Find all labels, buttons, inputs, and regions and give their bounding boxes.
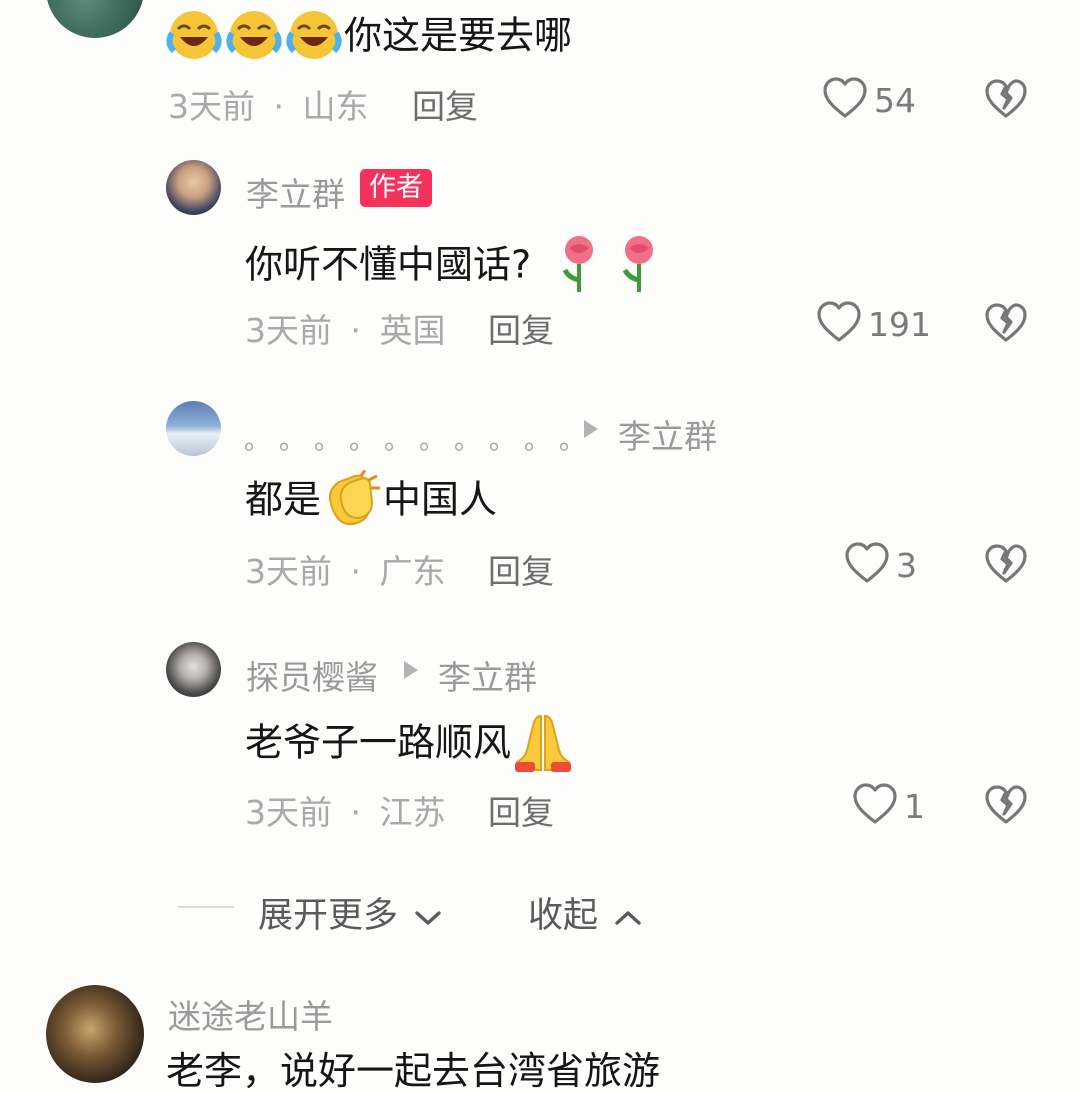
reply-meta: 3天前 · 英国 (245, 304, 446, 352)
dislike-button[interactable] (984, 78, 1028, 124)
reply-button[interactable]: 回复 (488, 786, 554, 834)
chevron-up-icon (613, 897, 643, 937)
comment-meta: 3天前 · 山东 (168, 80, 369, 128)
reply-arrow-icon (584, 420, 598, 438)
reply-text: 老爷子一路顺风 (245, 720, 512, 765)
chevron-down-icon (413, 897, 443, 937)
reply-text-tail: 中国人 (383, 477, 498, 522)
expand-more-button[interactable]: 展开更多 (258, 887, 443, 938)
meta-separator: · (350, 552, 362, 591)
reply-avatar[interactable] (166, 401, 221, 456)
reply-content: 你听不懂中國话? (245, 234, 667, 300)
reply-time: 3天前 (245, 552, 332, 591)
like-button[interactable]: 3 (844, 541, 917, 589)
reply-to-username[interactable]: 李立群 (438, 651, 537, 699)
reply-avatar[interactable] (166, 160, 221, 215)
folded-hands-emoji (511, 712, 575, 778)
collapse-label: 收起 (528, 896, 599, 936)
broken-heart-icon (984, 785, 1028, 830)
dislike-button[interactable] (984, 302, 1028, 348)
like-count: 191 (868, 304, 931, 344)
heart-outline-icon (822, 76, 868, 124)
commenter-username[interactable]: 迷途老山羊 (168, 990, 333, 1038)
broken-heart-icon (984, 303, 1028, 348)
reply-avatar[interactable] (166, 642, 221, 697)
dislike-button[interactable] (984, 784, 1028, 830)
reply-username[interactable]: 李立群 (246, 168, 345, 216)
like-count: 54 (874, 80, 916, 120)
thread-divider (178, 906, 234, 908)
reply-to-username[interactable]: 李立群 (618, 410, 717, 458)
reply-button[interactable]: 回复 (412, 80, 478, 128)
reply-content: 都是 中国人 (245, 469, 498, 534)
comment-content: 老李，说好一起去台湾省旅游 (166, 1049, 661, 1093)
expand-label: 展开更多 (258, 896, 399, 936)
reply-button[interactable]: 回复 (488, 545, 554, 593)
like-button[interactable]: 1 (852, 782, 925, 830)
broken-heart-icon (984, 79, 1028, 124)
comment-text: 你这是要去哪 (344, 13, 573, 58)
heart-outline-icon (844, 541, 890, 589)
reply-meta: 3天前 · 江苏 (245, 786, 446, 834)
meta-separator: · (350, 311, 362, 350)
heart-outline-icon (852, 782, 898, 830)
reply-username[interactable]: 探员樱酱 (246, 651, 378, 699)
like-button[interactable]: 191 (816, 300, 931, 348)
commenter-avatar[interactable] (46, 985, 144, 1083)
reply-arrow-icon (404, 661, 418, 679)
like-count: 1 (904, 786, 925, 826)
reply-location: 江苏 (379, 793, 446, 832)
rose-emoji (557, 234, 667, 300)
comment-time: 3天前 (168, 87, 255, 126)
clapping-hands-emoji (321, 469, 383, 534)
commenter-avatar[interactable] (46, 0, 144, 38)
laughing-crying-emoji (166, 9, 344, 67)
like-count: 3 (896, 545, 917, 585)
reply-text: 都是 (245, 477, 322, 522)
reply-button[interactable]: 回复 (488, 304, 554, 352)
author-badge: 作者 (360, 169, 432, 207)
like-button[interactable]: 54 (822, 76, 916, 124)
meta-separator: · (273, 87, 285, 126)
heart-outline-icon (816, 300, 862, 348)
comment-location: 山东 (302, 87, 369, 126)
reply-location: 英国 (379, 311, 446, 350)
meta-separator: · (350, 793, 362, 832)
reply-time: 3天前 (245, 793, 332, 832)
reply-time: 3天前 (245, 311, 332, 350)
reply-username[interactable]: 。。。。。。。。。。 (244, 420, 607, 457)
dislike-button[interactable] (984, 543, 1028, 589)
reply-content: 老爷子一路顺风 (245, 712, 575, 778)
comment-content: 你这是要去哪 (166, 9, 572, 67)
broken-heart-icon (984, 544, 1028, 589)
collapse-button[interactable]: 收起 (528, 887, 643, 938)
reply-text: 你听不懂中國话? (245, 242, 532, 287)
reply-location: 广东 (379, 552, 446, 591)
reply-meta: 3天前 · 广东 (245, 545, 446, 593)
